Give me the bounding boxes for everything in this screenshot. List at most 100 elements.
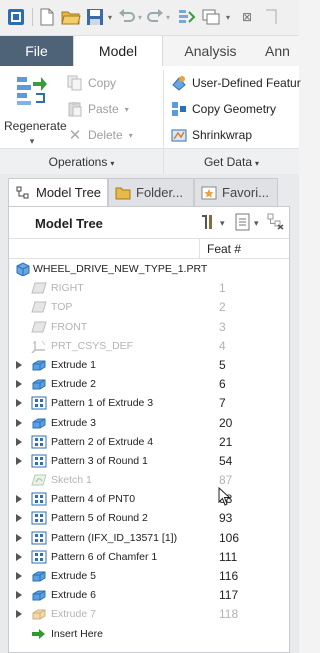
feature-number: 54 — [219, 453, 233, 468]
tree-feature-row[interactable]: PRT_CSYS_DEF 4 — [9, 337, 289, 356]
tab-favorites-label: Favori... — [222, 185, 269, 200]
paste-button[interactable]: Paste ▾ — [66, 99, 129, 119]
tree-feature-row[interactable]: Extrude 1 5 — [9, 356, 289, 375]
pattern-icon — [31, 531, 47, 545]
copy-button[interactable]: Copy — [66, 73, 116, 93]
tree-feature-row[interactable]: Extrude 2 6 — [9, 375, 289, 394]
tab-favorites[interactable]: Favori... — [194, 178, 278, 206]
redo-dropdown-icon[interactable]: ▾ — [164, 6, 172, 28]
csys-icon — [31, 339, 47, 354]
expand-arrow-icon[interactable] — [16, 399, 22, 408]
regenerate-dropdown-icon[interactable]: ▾ — [4, 136, 60, 147]
expand-arrow-icon[interactable] — [16, 495, 22, 504]
get-data-dropdown-icon: ▾ — [255, 159, 260, 168]
feature-name: Extrude 6 — [51, 589, 96, 602]
feature-name: Extrude 3 — [51, 416, 96, 429]
app-menu-icon[interactable] — [4, 6, 28, 28]
tree-feature-row[interactable]: Pattern 4 of PNT088 — [9, 490, 289, 509]
expand-arrow-icon[interactable] — [16, 610, 22, 619]
redo-icon[interactable] — [144, 6, 166, 28]
feature-name: Extrude 2 — [51, 378, 96, 391]
get-data-group-label[interactable]: Get Data ▾ — [163, 149, 299, 175]
tree-show-dropdown-icon: ▾ — [254, 217, 259, 228]
undo-dropdown-icon[interactable]: ▾ — [136, 6, 144, 28]
open-icon[interactable] — [60, 6, 82, 28]
pattern-icon — [31, 550, 47, 564]
overflow-icon[interactable] — [260, 6, 282, 28]
tree-feature-row[interactable]: Pattern 3 of Round 1 54 — [9, 452, 289, 471]
tree-settings-button[interactable]: ▾ — [199, 213, 225, 233]
save-icon[interactable] — [84, 6, 106, 28]
part-icon — [15, 262, 31, 277]
copy-geometry-button[interactable]: Copy Geometry — [170, 99, 276, 119]
undo-icon[interactable] — [116, 6, 138, 28]
expand-arrow-icon[interactable] — [16, 456, 22, 465]
tab-model-tree[interactable]: Model Tree — [8, 178, 108, 206]
tree-feature-row[interactable]: Extrude 3 20 — [9, 414, 289, 433]
feature-number: 7 — [219, 396, 226, 411]
user-defined-feature-button[interactable]: User-Defined Featur — [170, 73, 301, 93]
delete-button[interactable]: ✕ Delete ▾ — [66, 125, 133, 145]
tree-feature-row[interactable]: Pattern 5 of Round 2 93 — [9, 509, 289, 528]
tree-feature-row[interactable]: Sketch 1 87 — [9, 471, 289, 490]
delete-dropdown-icon[interactable]: ▾ — [129, 131, 133, 140]
windows-icon[interactable] — [200, 6, 222, 28]
extrude-icon — [31, 358, 47, 372]
close-window-icon[interactable]: ⊠ — [236, 6, 258, 28]
tab-analysis[interactable]: Analysis — [163, 36, 258, 66]
expand-arrow-icon[interactable] — [16, 380, 22, 389]
tree-filters-button[interactable] — [267, 213, 285, 233]
tree-feature-row[interactable]: Extrude 7 118 — [9, 605, 289, 624]
quick-access-toolbar: ▾ ▾ ▾ ▾ ⊠ — [0, 0, 299, 36]
expand-arrow-icon[interactable] — [16, 552, 22, 561]
model-tree-header: Model Tree ▾ ▾ — [9, 207, 289, 239]
model-tree-icon — [15, 185, 31, 201]
operations-dropdown-icon: ▾ — [110, 159, 115, 168]
tree-feature-row[interactable]: Extrude 5 116 — [9, 567, 289, 586]
ribbon-panel: Regenerate ▾ Copy Paste ▾ ✕ Delete ▾ Use… — [0, 66, 301, 175]
tree-feature-row[interactable]: TOP 2 — [9, 298, 289, 317]
tree-feature-row[interactable]: Extrude 6 117 — [9, 586, 289, 605]
tree-root-part[interactable]: WHEEL_DRIVE_NEW_TYPE_1.PRT — [9, 260, 289, 279]
paste-dropdown-icon[interactable]: ▾ — [125, 105, 129, 114]
get-data-label: Get Data — [203, 155, 252, 169]
tree-feature-row[interactable]: FRONT 3 — [9, 318, 289, 337]
column-separator[interactable] — [199, 239, 200, 259]
feature-number: 1 — [219, 281, 226, 296]
expand-arrow-icon[interactable] — [16, 514, 22, 523]
tree-show-button[interactable]: ▾ — [235, 213, 259, 233]
expand-arrow-icon[interactable] — [16, 418, 22, 427]
save-dropdown-icon[interactable]: ▾ — [106, 6, 114, 28]
user-defined-feature-label: User-Defined Featur — [192, 76, 301, 90]
new-icon[interactable] — [36, 6, 58, 28]
feature-name: PRT_CSYS_DEF — [51, 339, 134, 352]
tree-feature-row[interactable]: RIGHT 1 — [9, 279, 289, 298]
feature-name: Extrude 5 — [51, 570, 96, 582]
expand-arrow-icon[interactable] — [16, 572, 22, 580]
windows-dropdown-icon[interactable]: ▾ — [224, 6, 232, 28]
regenerate-icon[interactable] — [176, 6, 198, 28]
tab-annotate[interactable]: Ann — [258, 36, 299, 66]
expand-arrow-icon[interactable] — [16, 360, 22, 369]
extrude-icon — [31, 607, 47, 621]
pattern-icon — [31, 492, 47, 506]
tab-model[interactable]: Model — [73, 36, 163, 66]
shrinkwrap-button[interactable]: Shrinkwrap — [170, 125, 252, 145]
expand-arrow-icon[interactable] — [16, 533, 22, 542]
tree-show-icon — [235, 213, 251, 233]
feat-number-column-header[interactable]: Feat # — [207, 242, 241, 256]
feature-name: Pattern 4 of PNT0 — [51, 493, 136, 506]
expand-arrow-icon[interactable] — [16, 591, 22, 600]
regenerate-button[interactable]: Regenerate ▾ — [4, 74, 67, 152]
tree-feature-row[interactable]: Pattern 2 of Extrude 4 21 — [9, 433, 289, 452]
feature-number: 21 — [219, 434, 233, 449]
tab-folder-browser[interactable]: Folder... — [108, 178, 194, 206]
expand-arrow-icon[interactable] — [16, 437, 22, 446]
extrude-icon — [31, 416, 47, 430]
tree-feature-row[interactable]: Pattern 1 of Extrude 3 7 — [9, 394, 289, 413]
insert-here-marker[interactable]: Insert Here — [9, 625, 289, 644]
tree-feature-row[interactable]: Pattern (IFX_ID_13571 [1]) 106 — [9, 529, 289, 548]
tab-file[interactable]: File — [0, 36, 73, 66]
tree-feature-row[interactable]: Pattern 6 of Chamfer 1 111 — [9, 548, 289, 567]
operations-group-label[interactable]: Operations ▾ — [0, 149, 163, 175]
